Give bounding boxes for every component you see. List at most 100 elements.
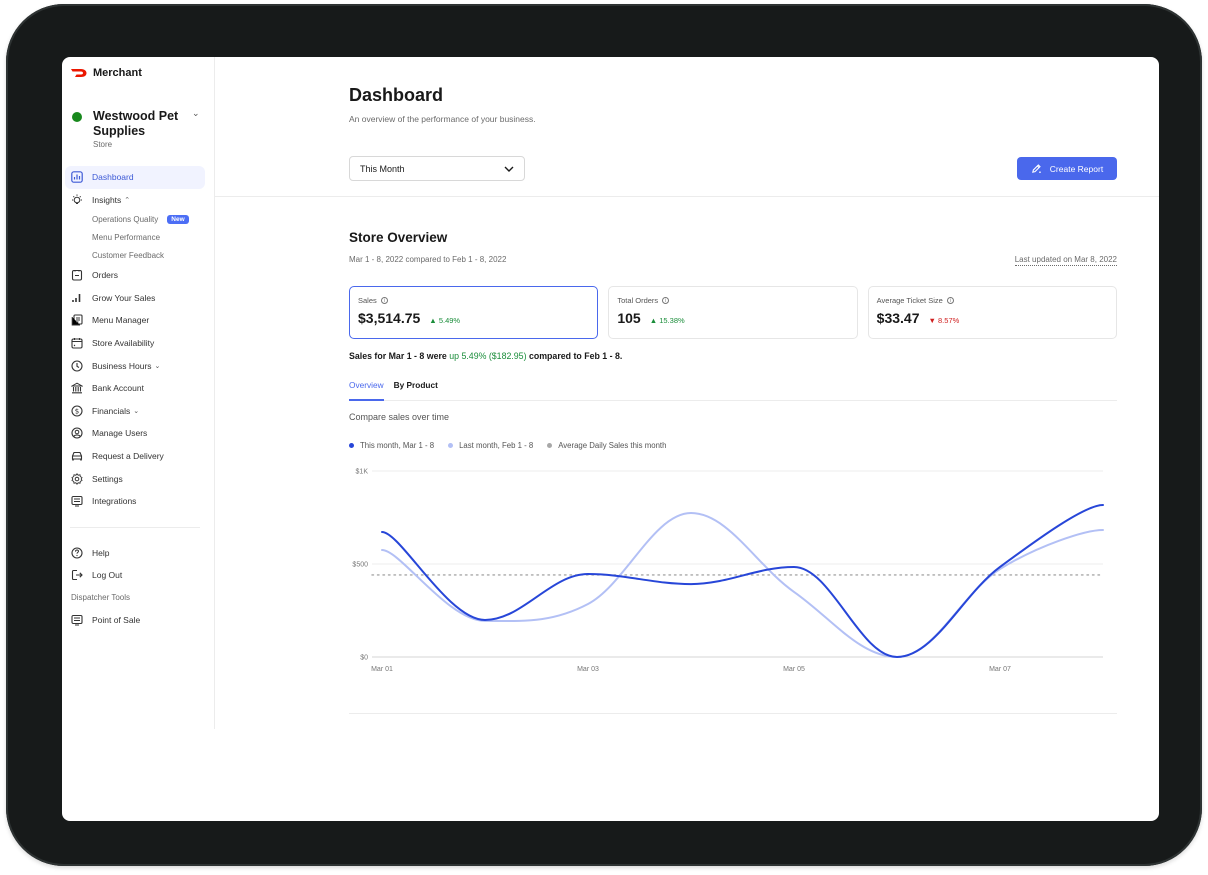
- sidebar-item-help[interactable]: Help: [65, 542, 205, 565]
- sidebar-item-label: Orders: [92, 270, 118, 281]
- store-status-dot: [72, 112, 82, 122]
- new-badge: New: [167, 215, 189, 225]
- sidebar-item-business-hours[interactable]: Business Hours ⌄: [65, 354, 205, 377]
- metric-card-sales[interactable]: Sales i $3,514.75 ▲ 5.49%: [349, 286, 599, 339]
- legend-item-average[interactable]: Average Daily Sales this month: [547, 441, 666, 450]
- calendar-icon: [71, 337, 83, 349]
- summary-suffix: compared to Feb 1 - 8.: [526, 351, 623, 361]
- orders-icon: [71, 269, 83, 281]
- period-select[interactable]: This Month: [349, 156, 525, 181]
- delta-value: 8.57%: [938, 316, 960, 325]
- card-delta: ▲ 5.49%: [429, 316, 460, 325]
- legend-dot: [448, 443, 454, 448]
- delta-value: 5.49%: [438, 316, 461, 325]
- legend-label: Last month, Feb 1 - 8: [459, 441, 534, 450]
- info-icon[interactable]: i: [946, 297, 954, 304]
- brand[interactable]: Merchant: [70, 67, 142, 79]
- user-icon: [71, 427, 83, 439]
- metric-card-total-orders[interactable]: Total Orders i 105 ▲ 15.38%: [608, 286, 858, 339]
- info-icon[interactable]: i: [662, 297, 670, 304]
- svg-text:$: $: [75, 407, 79, 415]
- sidebar-item-label: Point of Sale: [92, 614, 141, 625]
- sidebar-item-manage-users[interactable]: Manage Users: [65, 422, 205, 445]
- sidebar-item-integrations[interactable]: Integrations: [65, 490, 205, 513]
- chart-tabs: Overview By Product: [349, 377, 1117, 401]
- section-divider: [349, 713, 1117, 714]
- card-value: $3,514.75: [358, 310, 421, 326]
- pencil-icon: [1031, 164, 1041, 173]
- sidebar-item-store-availability[interactable]: Store Availability: [65, 332, 205, 355]
- legend-item-last-month[interactable]: Last month, Feb 1 - 8: [448, 441, 533, 450]
- y-tick-label: $1K: [356, 469, 369, 476]
- series-this-month-line: [381, 504, 1104, 659]
- sidebar-item-menu-manager[interactable]: Menu Manager: [65, 309, 205, 332]
- gear-icon: [71, 472, 83, 485]
- delta-value: 15.38%: [659, 316, 685, 325]
- chevron-down-icon: [504, 166, 514, 172]
- sidebar-item-orders[interactable]: Orders: [65, 264, 205, 287]
- arrow-up-icon: ▲: [649, 316, 658, 325]
- summary-prefix: Sales for Mar 1 - 8 were: [349, 351, 450, 361]
- brand-name: Merchant: [93, 67, 142, 79]
- car-icon: [71, 450, 83, 462]
- sales-summary: Sales for Mar 1 - 8 were up 5.49% ($182.…: [349, 351, 622, 361]
- dispatcher-tools-label: Dispatcher Tools: [71, 593, 130, 603]
- sidebar-item-label: Financials: [92, 405, 131, 416]
- x-tick-label: Mar 01: [371, 666, 393, 673]
- card-delta: ▲ 15.38%: [650, 316, 685, 325]
- chevron-down-icon[interactable]: ⌄: [192, 108, 200, 119]
- card-value-row: 105 ▲ 15.38%: [617, 310, 848, 326]
- sidebar-item-label: Help: [92, 547, 110, 558]
- sidebar-item-label: Manage Users: [92, 428, 148, 439]
- sidebar-item-label: Business Hours: [92, 360, 152, 371]
- card-label: Total Orders: [617, 296, 659, 305]
- sidebar-subitem-customer-feedback[interactable]: Customer Feedback: [65, 246, 205, 264]
- tab-overview[interactable]: Overview: [349, 377, 384, 401]
- arrow-up-icon: ▲: [429, 316, 437, 325]
- card-label-row: Total Orders i: [617, 296, 848, 305]
- date-range: Mar 1 - 8, 2022 compared to Feb 1 - 8, 2…: [349, 255, 507, 264]
- sidebar-nav: Dashboard Insights ⌃ Operations Quality …: [65, 166, 205, 631]
- chevron-down-icon: ⌄: [133, 407, 140, 415]
- legend-label: Average Daily Sales this month: [558, 441, 667, 450]
- sidebar-subitem-operations-quality[interactable]: Operations Quality New: [65, 211, 205, 229]
- card-label: Average Ticket Size: [876, 296, 943, 305]
- period-select-value: This Month: [360, 163, 405, 174]
- info-icon[interactable]: i: [380, 297, 388, 304]
- arrow-down-icon: ▼: [928, 316, 936, 325]
- sidebar-item-financials[interactable]: $ Financials ⌄: [65, 400, 205, 423]
- page-subtitle: An overview of the performance of your b…: [349, 114, 536, 124]
- logout-icon: [71, 569, 83, 581]
- card-value: $33.47: [876, 310, 920, 326]
- create-report-button[interactable]: Create Report: [1017, 157, 1117, 180]
- sidebar-item-point-of-sale[interactable]: Point of Sale: [65, 609, 205, 632]
- sidebar-item-log-out[interactable]: Log Out: [65, 564, 205, 587]
- sidebar-item-bank-account[interactable]: Bank Account: [65, 377, 205, 400]
- tab-by-product[interactable]: By Product: [394, 377, 438, 401]
- x-tick-label: Mar 03: [577, 666, 599, 673]
- sidebar-item-dashboard[interactable]: Dashboard: [65, 166, 205, 189]
- last-updated[interactable]: Last updated on Mar 8, 2022: [1014, 255, 1117, 266]
- bank-icon: [71, 382, 83, 394]
- chart-title: Compare sales over time: [349, 412, 450, 422]
- chevron-up-icon: ⌃: [124, 196, 131, 204]
- legend-item-this-month[interactable]: This month, Mar 1 - 8: [349, 441, 434, 450]
- pos-icon: [71, 614, 83, 626]
- card-label: Sales: [358, 296, 377, 305]
- metric-cards: Sales i $3,514.75 ▲ 5.49% Total Orders i…: [349, 286, 1117, 339]
- legend-dot: [547, 443, 553, 448]
- x-tick-label: Mar 07: [989, 666, 1011, 673]
- card-value-row: $3,514.75 ▲ 5.49%: [358, 310, 589, 326]
- integrations-icon: [71, 495, 83, 507]
- sidebar-item-insights[interactable]: Insights ⌃: [65, 189, 205, 212]
- sidebar-item-label: Settings: [92, 473, 123, 484]
- app-screen: Merchant Westwood Pet Supplies ⌄ Store D…: [62, 57, 1159, 821]
- sidebar-item-settings[interactable]: Settings: [65, 467, 205, 490]
- sidebar-item-request-delivery[interactable]: Request a Delivery: [65, 445, 205, 468]
- help-icon: [71, 547, 83, 559]
- sidebar-item-label: Log Out: [92, 570, 123, 581]
- metric-card-average-ticket[interactable]: Average Ticket Size i $33.47 ▼ 8.57%: [867, 286, 1117, 339]
- sidebar-item-label: Integrations: [92, 496, 137, 507]
- sidebar-item-grow-your-sales[interactable]: Grow Your Sales: [65, 287, 205, 310]
- sidebar-subitem-menu-performance[interactable]: Menu Performance: [65, 229, 205, 247]
